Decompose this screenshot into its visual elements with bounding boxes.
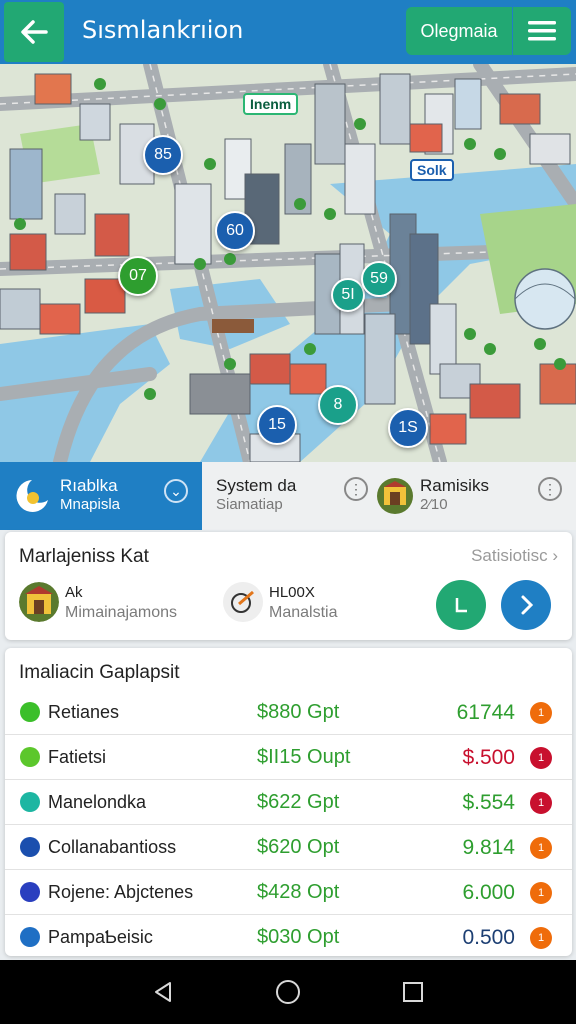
list-title: Imaliacin Gaplapsit — [19, 662, 180, 683]
top-app-bar: Sısmlankrıion Olegmaia — [0, 0, 576, 64]
tab-subtitle: Mnapisla — [60, 496, 121, 513]
category-tabs: Rıablka Mnapisla ⌄ System da Siamatiap ⋮… — [0, 462, 576, 530]
item-name: Manelondka — [48, 792, 147, 812]
tab-first[interactable]: Rıablka Mnapisla ⌄ — [0, 462, 202, 530]
status-dot-icon — [20, 927, 40, 947]
system-nav-bar — [0, 960, 576, 1024]
item-value: 9.814 — [462, 836, 515, 859]
item-value: $.554 — [462, 791, 515, 814]
count-badge[interactable]: 1 — [530, 792, 552, 814]
list-item[interactable]: Collanabantioss $620 Opt 9.814 1 — [5, 825, 572, 870]
count-badge[interactable]: 1 — [530, 927, 552, 949]
avatar — [19, 582, 59, 622]
tab-title: System da — [216, 476, 297, 495]
clock-icon — [455, 598, 467, 613]
list-card: Imaliacin Gaplapsit Retianes $880 Gpt 6174… — [5, 648, 572, 956]
list-item[interactable]: Fatietsi $II15 Oupt $.500 1 — [5, 735, 572, 780]
triangle-back-icon — [154, 982, 171, 1002]
count-badge[interactable]: 1 — [530, 837, 552, 859]
map-marker[interactable]: 59 — [361, 261, 397, 297]
map-marker[interactable]: 1S — [388, 408, 428, 448]
avatar-icon — [377, 478, 413, 514]
map-marker[interactable]: 60 — [215, 211, 255, 251]
person-item[interactable]: Ak Mimainajamons — [19, 580, 209, 626]
count-badge[interactable]: 1 — [530, 882, 552, 904]
summary-card: Marlajeniss Kat Satisiotisc › Ak Mimaina… — [5, 532, 572, 640]
item-price: $620 Opt — [257, 836, 340, 858]
menu-button[interactable] — [513, 7, 571, 55]
item-price: $030 Opt — [257, 926, 340, 948]
status-dot-icon — [20, 702, 40, 722]
list-item[interactable]: PampaƄeisic $030 Opt 0.500 1 — [5, 915, 572, 960]
item-price: $622 Gpt — [257, 791, 340, 813]
tab-subtitle: 2⁄10 — [420, 496, 448, 513]
tab-third[interactable]: Ramisiks 2⁄10 ⋮ — [372, 462, 576, 530]
city-map[interactable]: Inenm Solk 85 60 07 5I 59 8 15 1S — [0, 64, 576, 462]
map-marker[interactable]: 8 — [318, 385, 358, 425]
person-name: HL00X — [269, 584, 315, 601]
tab-title: Rıablka — [60, 476, 118, 495]
chevron-down-icon[interactable]: ⌄ — [164, 479, 188, 503]
person-subtitle: Mimainajamons — [65, 604, 178, 621]
list-item[interactable]: Manelondka $622 Gpt $.554 1 — [5, 780, 572, 825]
person-subtitle: Manalstia — [269, 604, 338, 621]
chevron-right-icon — [521, 595, 534, 615]
item-name: PampaƄeisic — [48, 927, 153, 947]
count-badge[interactable]: 1 — [530, 702, 552, 724]
item-price: $880 Gpt — [257, 701, 340, 723]
nav-home-button[interactable] — [266, 970, 310, 1014]
list-item[interactable]: Rojene: Abjctenes $428 Opt 6.000 1 — [5, 870, 572, 915]
info-icon[interactable]: ⋮ — [538, 477, 562, 501]
card-title: Marlajeniss Kat — [19, 546, 149, 567]
statistics-link[interactable]: Satisiotisc › — [471, 546, 558, 566]
edit-clock-icon — [223, 582, 263, 622]
item-name: Retianes — [48, 702, 120, 722]
item-name: Rojene: Abjctenes — [48, 882, 194, 902]
list-item[interactable]: Retianes $880 Gpt 61744 1 — [5, 690, 572, 735]
header-action-button[interactable]: Olegmaia — [406, 7, 512, 55]
map-illustration — [0, 64, 576, 462]
square-recents-icon — [403, 982, 424, 1002]
item-value: $.500 — [462, 746, 515, 769]
hamburger-menu-icon — [528, 21, 556, 41]
arrow-left-icon — [21, 20, 48, 44]
status-dot-icon — [20, 882, 40, 902]
map-marker[interactable]: 15 — [257, 405, 297, 445]
item-name: Fatietsi — [48, 747, 107, 767]
person-item[interactable]: HL00X Manalstia — [223, 580, 403, 626]
map-marker[interactable]: 85 — [143, 135, 183, 175]
count-badge[interactable]: 1 — [530, 747, 552, 769]
person-name: Ak — [65, 584, 83, 601]
item-name: Collanabantioss — [48, 837, 177, 857]
map-area-tag[interactable]: Inenm — [243, 93, 299, 115]
status-dot-icon — [20, 792, 40, 812]
nav-recents-button[interactable] — [391, 970, 435, 1014]
map-poi-tag[interactable]: Solk — [410, 159, 454, 181]
avatar — [223, 582, 263, 622]
circle-home-icon — [275, 980, 300, 1004]
item-value: 6.000 — [462, 881, 515, 904]
next-button[interactable] — [501, 580, 551, 630]
tab-title: Ramisiks — [420, 476, 489, 495]
nav-back-button[interactable] — [141, 970, 185, 1014]
building-avatar-icon — [19, 582, 59, 622]
item-price: $428 Opt — [257, 881, 340, 903]
status-dot-icon — [20, 837, 40, 857]
map-marker[interactable]: 5I — [331, 278, 365, 312]
item-value: 0.500 — [462, 926, 515, 949]
info-icon[interactable]: ⋮ — [344, 477, 368, 501]
clock-button[interactable] — [436, 580, 486, 630]
map-marker[interactable]: 07 — [118, 256, 158, 296]
tab-subtitle: Siamatiap — [216, 496, 283, 513]
moon-logo-icon — [16, 480, 48, 512]
item-value: 61744 — [456, 701, 515, 724]
statistics-link-label: Satisiotisc — [471, 546, 548, 565]
chevron-right-icon: › — [552, 546, 558, 565]
back-button[interactable] — [4, 2, 64, 62]
status-dot-icon — [20, 747, 40, 767]
item-price: $II15 Oupt — [257, 746, 351, 768]
tab-second[interactable]: System da Siamatiap ⋮ — [202, 462, 372, 530]
app-title: Sısmlankrıion — [82, 16, 244, 44]
